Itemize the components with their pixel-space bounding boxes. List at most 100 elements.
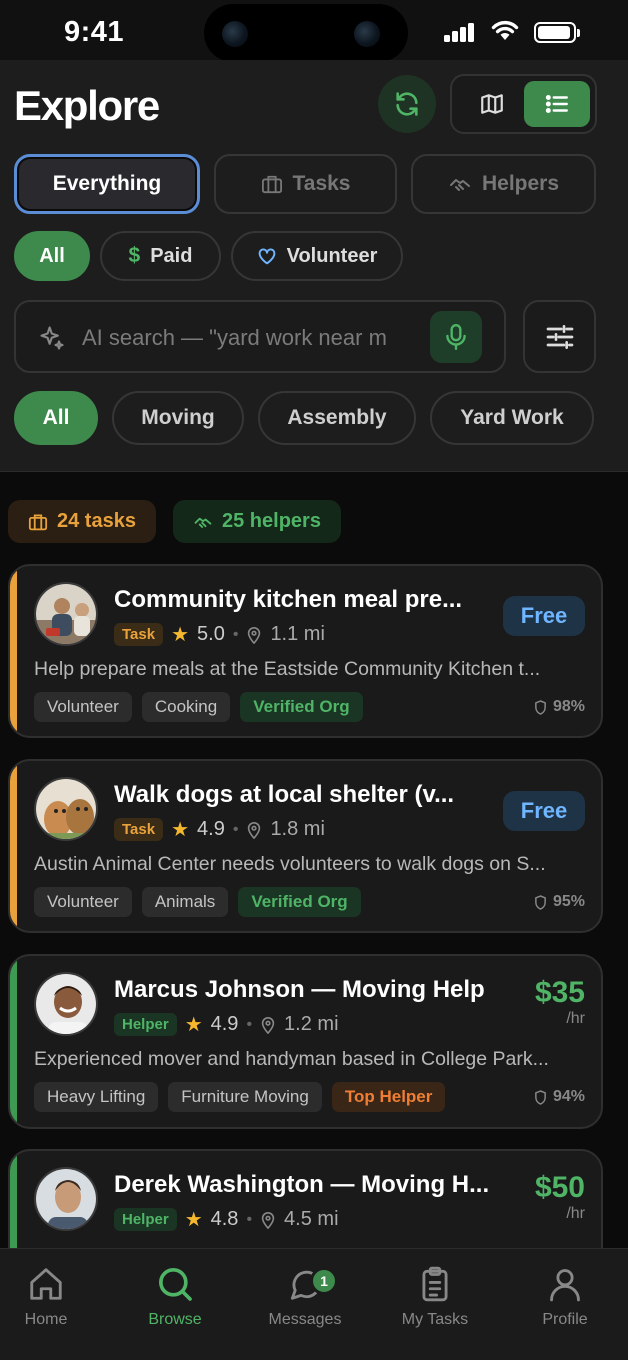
card-meta: Helper ★ 4.9 • 1.2 mi (114, 1012, 339, 1037)
filters-button[interactable] (523, 300, 596, 373)
home-icon (30, 1268, 62, 1300)
separator-dot: • (246, 1210, 253, 1228)
map-icon (481, 94, 503, 114)
helper-card[interactable]: Derek Washington — Moving H... Helper ★ … (8, 1149, 603, 1248)
view-toggle (450, 74, 597, 134)
pay-filter-volunteer[interactable]: Volunteer (231, 231, 403, 281)
star-icon: ★ (171, 819, 190, 841)
segment-helpers[interactable]: Helpers (411, 154, 596, 214)
tab-profile[interactable]: Profile (510, 1261, 620, 1329)
tab-browse[interactable]: Browse (120, 1261, 230, 1329)
clipboard-icon (422, 1266, 448, 1302)
category-label: Assembly (287, 406, 387, 429)
distance: 4.5 mi (284, 1208, 339, 1230)
hourly-rate: $50 /hr (535, 1171, 585, 1223)
shield-icon (535, 894, 546, 910)
tag: Volunteer (34, 887, 132, 917)
type-badge: Task (114, 818, 164, 841)
briefcase-icon (261, 175, 282, 194)
camera-icon (222, 21, 248, 47)
cellular-signal-icon (444, 22, 476, 42)
chip-label: All (39, 244, 65, 267)
sensor-icon (354, 21, 380, 47)
app-screen: 9:41 Explore Everything Tasks Helpers Al… (0, 0, 628, 1360)
category-assembly[interactable]: Assembly (258, 391, 416, 445)
segment-everything[interactable]: Everything (14, 154, 200, 214)
shield-icon (535, 699, 546, 715)
category-yard-work[interactable]: Yard Work (430, 391, 594, 445)
unread-badge: 1 (310, 1267, 338, 1295)
avatar (34, 972, 98, 1036)
bottom-tab-bar: Home Browse 1 Messages My Tasks Profile (0, 1248, 628, 1360)
location-pin-icon (261, 1211, 275, 1229)
heart-icon (258, 248, 275, 265)
card-meta: Task ★ 4.9 • 1.8 mi (114, 817, 325, 842)
list-view-button[interactable] (524, 81, 590, 127)
match-value: 94% (552, 1088, 585, 1105)
tab-label: My Tasks (401, 1311, 469, 1328)
person-icon (550, 1269, 580, 1302)
verified-org-tag: Verified Org (238, 887, 361, 917)
distance: 1.2 mi (284, 1013, 339, 1035)
type-badge: Task (114, 623, 164, 646)
tab-my-tasks[interactable]: My Tasks (380, 1261, 490, 1329)
pay-filter-paid[interactable]: $ Paid (100, 231, 221, 281)
status-time: 9:41 (64, 16, 125, 48)
tab-messages[interactable]: 1 Messages (250, 1261, 360, 1329)
star-icon: ★ (171, 624, 190, 646)
card-title: Derek Washington — Moving H... (114, 1171, 490, 1198)
tab-home[interactable]: Home (0, 1261, 101, 1329)
match-score: 95% (534, 893, 585, 911)
segment-label: Tasks (292, 172, 351, 195)
verified-org-tag: Verified Org (240, 692, 363, 722)
task-stripe (10, 761, 17, 931)
helpers-count-badge: 25 helpers (173, 500, 341, 543)
refresh-button[interactable] (378, 75, 436, 133)
segment-tasks[interactable]: Tasks (214, 154, 397, 214)
ai-search-bar (14, 300, 506, 373)
dollar-icon: $ (128, 244, 141, 267)
task-card[interactable]: Walk dogs at local shelter (v... Task ★ … (8, 759, 603, 933)
star-icon: ★ (184, 1014, 203, 1036)
tasks-count-badge: 24 tasks (8, 500, 156, 543)
page-title: Explore (14, 82, 160, 129)
tag-list: Volunteer Cooking Verified Org (34, 692, 363, 722)
price-amount: $50 (534, 1171, 585, 1204)
tab-label: Messages (268, 1311, 342, 1328)
price-amount: $35 (534, 976, 585, 1009)
task-card[interactable]: Community kitchen meal pre... Task ★ 5.0… (8, 564, 603, 738)
price-unit: /hr (566, 1205, 585, 1222)
card-description: Austin Animal Center needs volunteers to… (34, 853, 546, 875)
category-label: Yard Work (460, 406, 564, 429)
briefcase-icon (28, 514, 48, 530)
segment-label: Everything (52, 172, 162, 195)
card-title: Walk dogs at local shelter (v... (114, 781, 455, 808)
sparkle-icon (40, 326, 64, 350)
microphone-icon (446, 323, 466, 351)
category-moving[interactable]: Moving (112, 391, 244, 445)
helper-card[interactable]: Marcus Johnson — Moving Help Helper ★ 4.… (8, 954, 603, 1129)
chip-label: Volunteer (286, 244, 378, 267)
category-all[interactable]: All (14, 391, 98, 445)
explore-header: Explore Everything Tasks Helpers All $ P… (0, 60, 628, 472)
handshake-icon (449, 179, 470, 191)
category-label: All (42, 406, 70, 429)
rating: 4.8 (210, 1208, 239, 1230)
category-label: Moving (141, 406, 215, 429)
price-unit: /hr (566, 1010, 585, 1027)
tab-label: Profile (542, 1311, 588, 1328)
location-pin-icon (248, 626, 261, 644)
pay-filter-all[interactable]: All (14, 231, 90, 281)
search-input[interactable] (82, 320, 418, 356)
match-value: 98% (552, 698, 585, 715)
voice-search-button[interactable] (430, 311, 482, 363)
hourly-rate: $35 /hr (535, 976, 585, 1028)
map-view-button[interactable] (462, 82, 522, 126)
type-badge: Helper (114, 1208, 177, 1231)
dynamic-island (204, 4, 408, 62)
results-list: 24 tasks 25 helpers Community kitchen me… (0, 472, 628, 1248)
tag: Furniture Moving (168, 1082, 322, 1112)
avatar (34, 1167, 98, 1231)
location-pin-icon (261, 1016, 275, 1034)
tag: Animals (141, 887, 229, 917)
